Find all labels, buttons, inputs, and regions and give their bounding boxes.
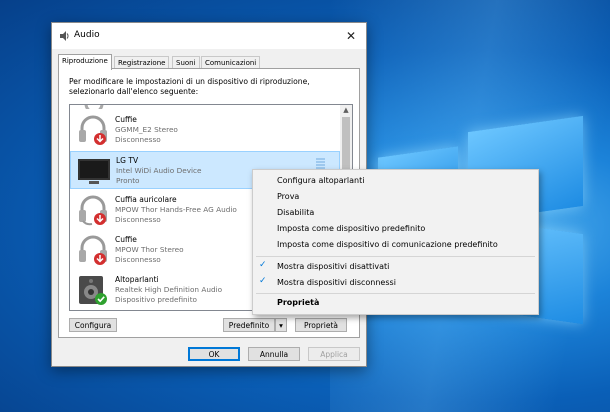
device-name: Cuffie [115, 115, 137, 124]
device-name: Altoparlanti [115, 275, 159, 284]
apply-button[interactable]: Applica [308, 347, 360, 361]
menu-item-set-default[interactable]: Imposta come dispositivo predefinito [277, 224, 425, 233]
title-bar[interactable]: Audio ✕ [52, 23, 366, 49]
menu-item-configure-speakers[interactable]: Configura altoparlanti [277, 176, 364, 185]
headphones-icon [79, 115, 107, 145]
speaker-icon [79, 276, 107, 305]
checkmark-icon: ✓ [259, 276, 267, 286]
instruction-text: Per modificare le impostazioni di un dis… [69, 77, 310, 96]
cancel-button[interactable]: Annulla [248, 347, 300, 361]
checkmark-icon: ✓ [259, 260, 267, 270]
menu-item-test[interactable]: Prova [277, 192, 299, 201]
menu-item-disable[interactable]: Disabilita [277, 208, 314, 217]
menu-separator [256, 256, 535, 257]
device-status: Disconnesso [115, 255, 161, 264]
speaker-icon [60, 31, 69, 41]
menu-item-show-disconnected-devices[interactable]: Mostra dispositivi disconnessi [277, 278, 396, 287]
headset-icon [79, 195, 107, 226]
device-name: Cuffia auricolare [115, 195, 177, 204]
scroll-up-icon[interactable]: ▲ [340, 106, 352, 114]
device-status: Disconnesso [115, 135, 161, 144]
tv-icon [78, 159, 110, 184]
device-status: Dispositivo predefinito [115, 295, 198, 304]
dialog-title: Audio [74, 30, 100, 40]
headphones-icon [79, 235, 107, 265]
menu-separator [256, 293, 535, 294]
menu-item-set-communication-default[interactable]: Imposta come dispositivo di comunicazion… [277, 240, 498, 249]
tab-riproduzione[interactable]: Riproduzione [58, 54, 112, 70]
menu-item-properties[interactable]: Proprietà [277, 298, 319, 307]
properties-button[interactable]: Proprietà [295, 318, 347, 332]
device-detail: Intel WiDi Audio Device [116, 166, 202, 175]
menu-item-show-disabled-devices[interactable]: Mostra dispositivi disattivati [277, 262, 389, 271]
headphones-icon [84, 105, 104, 109]
ok-button[interactable]: OK [188, 347, 240, 361]
set-default-dropdown-button[interactable]: ▾ [275, 318, 287, 332]
device-detail: Realtek High Definition Audio [115, 285, 223, 294]
device-status: Pronto [116, 176, 140, 185]
context-menu: Configura altoparlanti Prova Disabilita … [252, 169, 539, 315]
device-detail: MPOW Thor Hands-Free AG Audio [115, 205, 237, 214]
device-detail: GGMM_E2 Stereo [115, 125, 178, 134]
device-name: Cuffie [115, 235, 137, 244]
device-status: Disconnesso [115, 215, 161, 224]
device-detail: MPOW Thor Stereo [115, 245, 184, 254]
list-item[interactable]: Cuffie GGMM_E2 Stereo Disconnesso [70, 111, 340, 149]
close-button[interactable]: ✕ [336, 23, 366, 49]
set-default-button[interactable]: Predefinito [223, 318, 275, 332]
device-name: LG TV [116, 156, 139, 165]
configure-button[interactable]: Configura [69, 318, 117, 332]
